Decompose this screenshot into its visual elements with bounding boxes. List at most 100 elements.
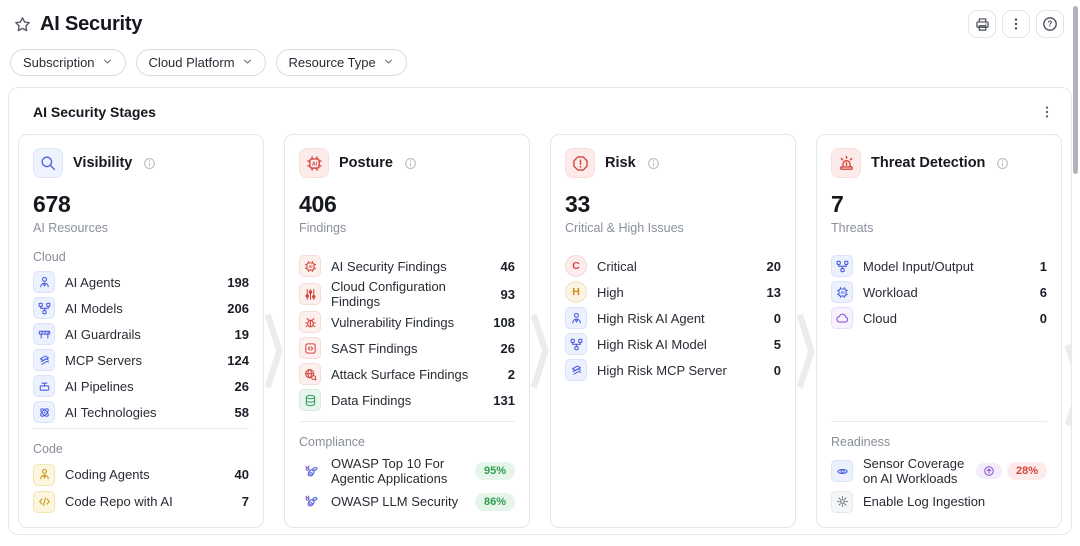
- ai-security-stages-panel: AI Security Stages Visibility 678 AI Res…: [8, 87, 1072, 535]
- mcp-server-icon: [565, 359, 587, 381]
- print-button[interactable]: [968, 10, 996, 38]
- list-item[interactable]: AI Workload 6: [831, 279, 1047, 305]
- mcp-server-icon: [33, 349, 55, 371]
- stage-chevron-icon: [796, 134, 816, 528]
- topbar: AI Security ?: [0, 0, 1080, 38]
- cloud-icon: [831, 307, 853, 329]
- metric-value: 33: [565, 191, 781, 218]
- filter-subscription[interactable]: Subscription: [10, 49, 126, 76]
- card-title: Threat Detection: [871, 155, 985, 171]
- compliance-score-badge: 86%: [475, 493, 515, 511]
- list-item[interactable]: Sensor Coverage on AI Workloads 28%: [831, 454, 1047, 488]
- info-icon[interactable]: [996, 157, 1009, 170]
- trend-up-icon: [976, 463, 1002, 479]
- search-icon: [33, 148, 63, 178]
- divider: [33, 428, 249, 429]
- group-label: Cloud: [33, 250, 249, 264]
- owasp-wasp-icon: [299, 460, 321, 482]
- list-item[interactable]: AI AI Security Findings 46: [299, 253, 515, 279]
- list-item[interactable]: High Risk MCP Server 0: [565, 357, 781, 383]
- chevron-down-icon: [242, 55, 253, 70]
- list-item[interactable]: Model Input/Output 1: [831, 253, 1047, 279]
- info-icon[interactable]: [647, 157, 660, 170]
- list-item[interactable]: Data Findings 131: [299, 387, 515, 413]
- filter-resource-type[interactable]: Resource Type: [276, 49, 407, 76]
- list-item[interactable]: Coding Agents 40: [33, 461, 249, 488]
- list-item[interactable]: SAST Findings 26: [299, 335, 515, 361]
- ai-agent-icon: [565, 307, 587, 329]
- guardrail-icon: [33, 323, 55, 345]
- ai-model-icon: [33, 297, 55, 319]
- posture-card: AI Posture 406 Findings AI AI Security F…: [284, 134, 530, 528]
- list-item[interactable]: OWASP LLM Security 86%: [299, 488, 515, 515]
- info-icon[interactable]: [143, 157, 156, 170]
- group-label: Code: [33, 442, 249, 456]
- severity-critical-badge: C: [565, 255, 587, 277]
- stage-chevron-icon: [1064, 333, 1072, 437]
- filter-cloud-platform[interactable]: Cloud Platform: [136, 49, 266, 76]
- stage-chevron-icon: [264, 134, 284, 528]
- list-item[interactable]: AI Pipelines 26: [33, 373, 249, 399]
- list-item[interactable]: Vulnerability Findings 108: [299, 309, 515, 335]
- svg-text:?: ?: [1048, 20, 1053, 29]
- metric-value: 678: [33, 191, 249, 218]
- group-label: Readiness: [831, 435, 1047, 449]
- ai-agent-icon: [33, 271, 55, 293]
- list-item[interactable]: Enable Log Ingestion: [831, 488, 1047, 515]
- coverage-badge: 28%: [1007, 462, 1047, 480]
- list-item[interactable]: AI Models 206: [33, 295, 249, 321]
- attack-surface-icon: [299, 363, 321, 385]
- ai-chip-icon: AI: [299, 255, 321, 277]
- list-item[interactable]: High Risk AI Model 5: [565, 331, 781, 357]
- stage-chevron-icon: [530, 134, 550, 528]
- alert-octagon-icon: [565, 148, 595, 178]
- coding-agent-icon: [33, 464, 55, 486]
- compliance-score-badge: 95%: [475, 462, 515, 480]
- metric-label: AI Resources: [33, 221, 249, 235]
- list-item[interactable]: H High 13: [565, 279, 781, 305]
- star-icon[interactable]: [14, 16, 31, 33]
- panel-kebab-button[interactable]: [1038, 103, 1056, 121]
- visibility-card: Visibility 678 AI Resources Cloud AI Age…: [18, 134, 264, 528]
- svg-text:AI: AI: [840, 290, 844, 295]
- sast-icon: [299, 337, 321, 359]
- list-item[interactable]: Attack Surface Findings 2: [299, 361, 515, 387]
- card-title: Risk: [605, 155, 636, 171]
- technology-icon: [33, 401, 55, 423]
- pipeline-icon: [33, 375, 55, 397]
- siren-icon: [831, 148, 861, 178]
- page-scrollbar[interactable]: [1073, 6, 1078, 174]
- bug-icon: [299, 311, 321, 333]
- list-item[interactable]: AI Technologies 58: [33, 399, 249, 425]
- chevron-down-icon: [102, 55, 113, 70]
- metric-label: Findings: [299, 221, 515, 235]
- kebab-menu-button[interactable]: [1002, 10, 1030, 38]
- list-item[interactable]: High Risk AI Agent 0: [565, 305, 781, 331]
- list-item[interactable]: AI Guardrails 19: [33, 321, 249, 347]
- sliders-icon: [299, 283, 321, 305]
- ai-chip-icon: AI: [299, 148, 329, 178]
- list-item[interactable]: MCP Servers 124: [33, 347, 249, 373]
- info-icon[interactable]: [404, 157, 417, 170]
- help-button[interactable]: ?: [1036, 10, 1064, 38]
- group-label: Compliance: [299, 435, 515, 449]
- list-item[interactable]: Cloud 0: [831, 305, 1047, 331]
- list-item[interactable]: AI Agents 198: [33, 269, 249, 295]
- database-icon: [299, 389, 321, 411]
- code-repo-icon: [33, 491, 55, 513]
- chevron-down-icon: [383, 55, 394, 70]
- card-title: Posture: [339, 155, 393, 171]
- gear-icon: [831, 491, 853, 513]
- list-item[interactable]: Code Repo with AI 7: [33, 488, 249, 515]
- severity-high-badge: H: [565, 281, 587, 303]
- ai-chip-icon: AI: [831, 281, 853, 303]
- divider: [299, 421, 515, 422]
- list-item[interactable]: Cloud Configuration Findings 93: [299, 279, 515, 309]
- owasp-wasp-icon: [299, 491, 321, 513]
- ai-model-icon: [831, 255, 853, 277]
- svg-text:AI: AI: [308, 264, 312, 269]
- list-item[interactable]: OWASP Top 10 For Agentic Applications 95…: [299, 454, 515, 488]
- list-item[interactable]: C Critical 20: [565, 253, 781, 279]
- divider: [831, 421, 1047, 422]
- ai-model-icon: [565, 333, 587, 355]
